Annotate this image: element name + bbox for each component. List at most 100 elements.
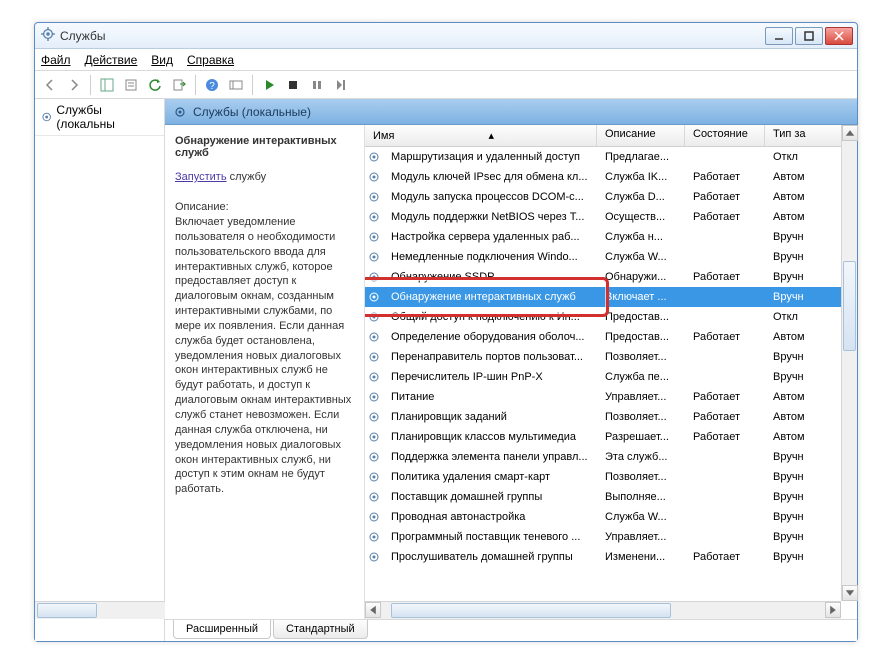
detail-desc-label: Описание: [175, 201, 354, 213]
vertical-scrollbar[interactable] [841, 125, 857, 601]
detail-start-line: Запустить службу [175, 171, 354, 183]
scroll-thumb[interactable] [843, 261, 856, 351]
service-name: Питание [383, 391, 597, 403]
service-desc: Предостав... [597, 331, 685, 343]
table-row[interactable]: Обнаружение SSDPОбнаружи...РаботаетВручн [365, 267, 857, 287]
service-desc: Включает ... [597, 291, 685, 303]
table-row[interactable]: ПитаниеУправляет...РаботаетАвтом [365, 387, 857, 407]
gear-icon [365, 151, 383, 163]
table-row[interactable]: Общий доступ к подключению к Ин...Предос… [365, 307, 857, 327]
gear-icon [365, 531, 383, 543]
detail-description: Включает уведомление пользователя о необ… [175, 215, 354, 497]
nav-tree[interactable]: Службы (локальны [35, 99, 165, 641]
table-row[interactable]: Настройка сервера удаленных раб...Служба… [365, 227, 857, 247]
options-button[interactable] [225, 74, 247, 96]
start-service-link[interactable]: Запустить [175, 171, 227, 183]
list-header: Имя ▴ Описание Состояние Тип за [365, 125, 857, 147]
scroll-left-icon[interactable] [365, 602, 381, 618]
horizontal-scrollbar[interactable] [365, 601, 841, 619]
table-row[interactable]: Модуль запуска процессов DCOM-с...Служба… [365, 187, 857, 207]
service-name: Поставщик домашней группы [383, 491, 597, 503]
col-state[interactable]: Состояние [685, 125, 765, 146]
toolbar: ? [35, 71, 857, 99]
table-row[interactable]: Планировщик заданийПозволяет...РаботаетА… [365, 407, 857, 427]
gear-icon [365, 551, 383, 563]
table-row[interactable]: Прослушиватель домашней группыИзменени..… [365, 547, 857, 567]
table-row[interactable]: Проводная автонастройкаСлужба W...Вручн [365, 507, 857, 527]
show-hide-tree-button[interactable] [96, 74, 118, 96]
service-desc: Предостав... [597, 311, 685, 323]
menu-file[interactable]: Файл [41, 53, 71, 67]
tab-standard[interactable]: Стандартный [273, 620, 368, 639]
start-service-button[interactable] [258, 74, 280, 96]
forward-button[interactable] [63, 74, 85, 96]
service-name: Проводная автонастройка [383, 511, 597, 523]
scroll-thumb[interactable] [391, 603, 671, 618]
service-desc: Позволяет... [597, 351, 685, 363]
window-title: Службы [60, 29, 105, 43]
properties-button[interactable] [120, 74, 142, 96]
scroll-up-icon[interactable] [842, 125, 858, 141]
table-row[interactable]: Перечислитель IP-шин PnP-XСлужба пе...Вр… [365, 367, 857, 387]
menubar: Файл Действие Вид Справка [35, 49, 857, 71]
service-desc: Выполняе... [597, 491, 685, 503]
service-desc: Позволяет... [597, 411, 685, 423]
service-name: Перечислитель IP-шин PnP-X [383, 371, 597, 383]
menu-view[interactable]: Вид [151, 53, 173, 67]
service-desc: Управляет... [597, 531, 685, 543]
service-name: Планировщик классов мультимедиа [383, 431, 597, 443]
minimize-button[interactable] [765, 27, 793, 45]
view-tabs: Расширенный Стандартный [165, 619, 857, 641]
table-row[interactable]: Модуль ключей IPsec для обмена кл...Служ… [365, 167, 857, 187]
scroll-thumb[interactable] [37, 603, 97, 618]
service-state: Работает [685, 211, 765, 223]
table-row[interactable]: Планировщик классов мультимедиаРазрешает… [365, 427, 857, 447]
table-row[interactable]: Маршрутизация и удаленный доступПредлага… [365, 147, 857, 167]
menu-help[interactable]: Справка [187, 53, 234, 67]
service-name: Политика удаления смарт-карт [383, 471, 597, 483]
gear-icon [365, 431, 383, 443]
scroll-right-icon[interactable] [825, 602, 841, 618]
service-state: Работает [685, 391, 765, 403]
service-state: Работает [685, 411, 765, 423]
table-row[interactable]: Обнаружение интерактивных службВключает … [365, 287, 857, 307]
service-desc: Предлагае... [597, 151, 685, 163]
export-button[interactable] [168, 74, 190, 96]
restart-service-button[interactable] [330, 74, 352, 96]
gear-icon [365, 331, 383, 343]
table-row[interactable]: Поддержка элемента панели управл...Эта с… [365, 447, 857, 467]
main-header-label: Службы (локальные) [193, 105, 311, 119]
table-row[interactable]: Немедленные подключения Windo...Служба W… [365, 247, 857, 267]
help-button[interactable]: ? [201, 74, 223, 96]
service-name: Обнаружение интерактивных служб [383, 291, 597, 303]
gear-icon [365, 371, 383, 383]
service-desc: Служба D... [597, 191, 685, 203]
table-row[interactable]: Политика удаления смарт-картПозволяет...… [365, 467, 857, 487]
service-desc: Служба н... [597, 231, 685, 243]
nav-horizontal-scrollbar[interactable] [35, 601, 165, 619]
service-name: Программный поставщик теневого ... [383, 531, 597, 543]
table-row[interactable]: Определение оборудования оболоч...Предос… [365, 327, 857, 347]
table-row[interactable]: Поставщик домашней группыВыполняе...Вруч… [365, 487, 857, 507]
service-desc: Позволяет... [597, 471, 685, 483]
table-row[interactable]: Модуль поддержки NetBIOS через T...Осуще… [365, 207, 857, 227]
pause-service-button[interactable] [306, 74, 328, 96]
col-name[interactable]: Имя ▴ [365, 125, 597, 146]
gear-icon [365, 511, 383, 523]
maximize-button[interactable] [795, 27, 823, 45]
stop-service-button[interactable] [282, 74, 304, 96]
tab-extended[interactable]: Расширенный [173, 620, 271, 639]
refresh-button[interactable] [144, 74, 166, 96]
back-button[interactable] [39, 74, 61, 96]
service-state: Работает [685, 171, 765, 183]
menu-action[interactable]: Действие [85, 53, 138, 67]
sort-indicator-icon: ▴ [488, 129, 494, 142]
table-row[interactable]: Перенаправитель портов пользоват...Позво… [365, 347, 857, 367]
table-row[interactable]: Программный поставщик теневого ...Управл… [365, 527, 857, 547]
nav-item-services[interactable]: Службы (локальны [35, 99, 164, 136]
scroll-down-icon[interactable] [842, 585, 858, 601]
close-button[interactable] [825, 27, 853, 45]
col-desc[interactable]: Описание [597, 125, 685, 146]
titlebar[interactable]: Службы [35, 23, 857, 49]
gear-icon [365, 231, 383, 243]
